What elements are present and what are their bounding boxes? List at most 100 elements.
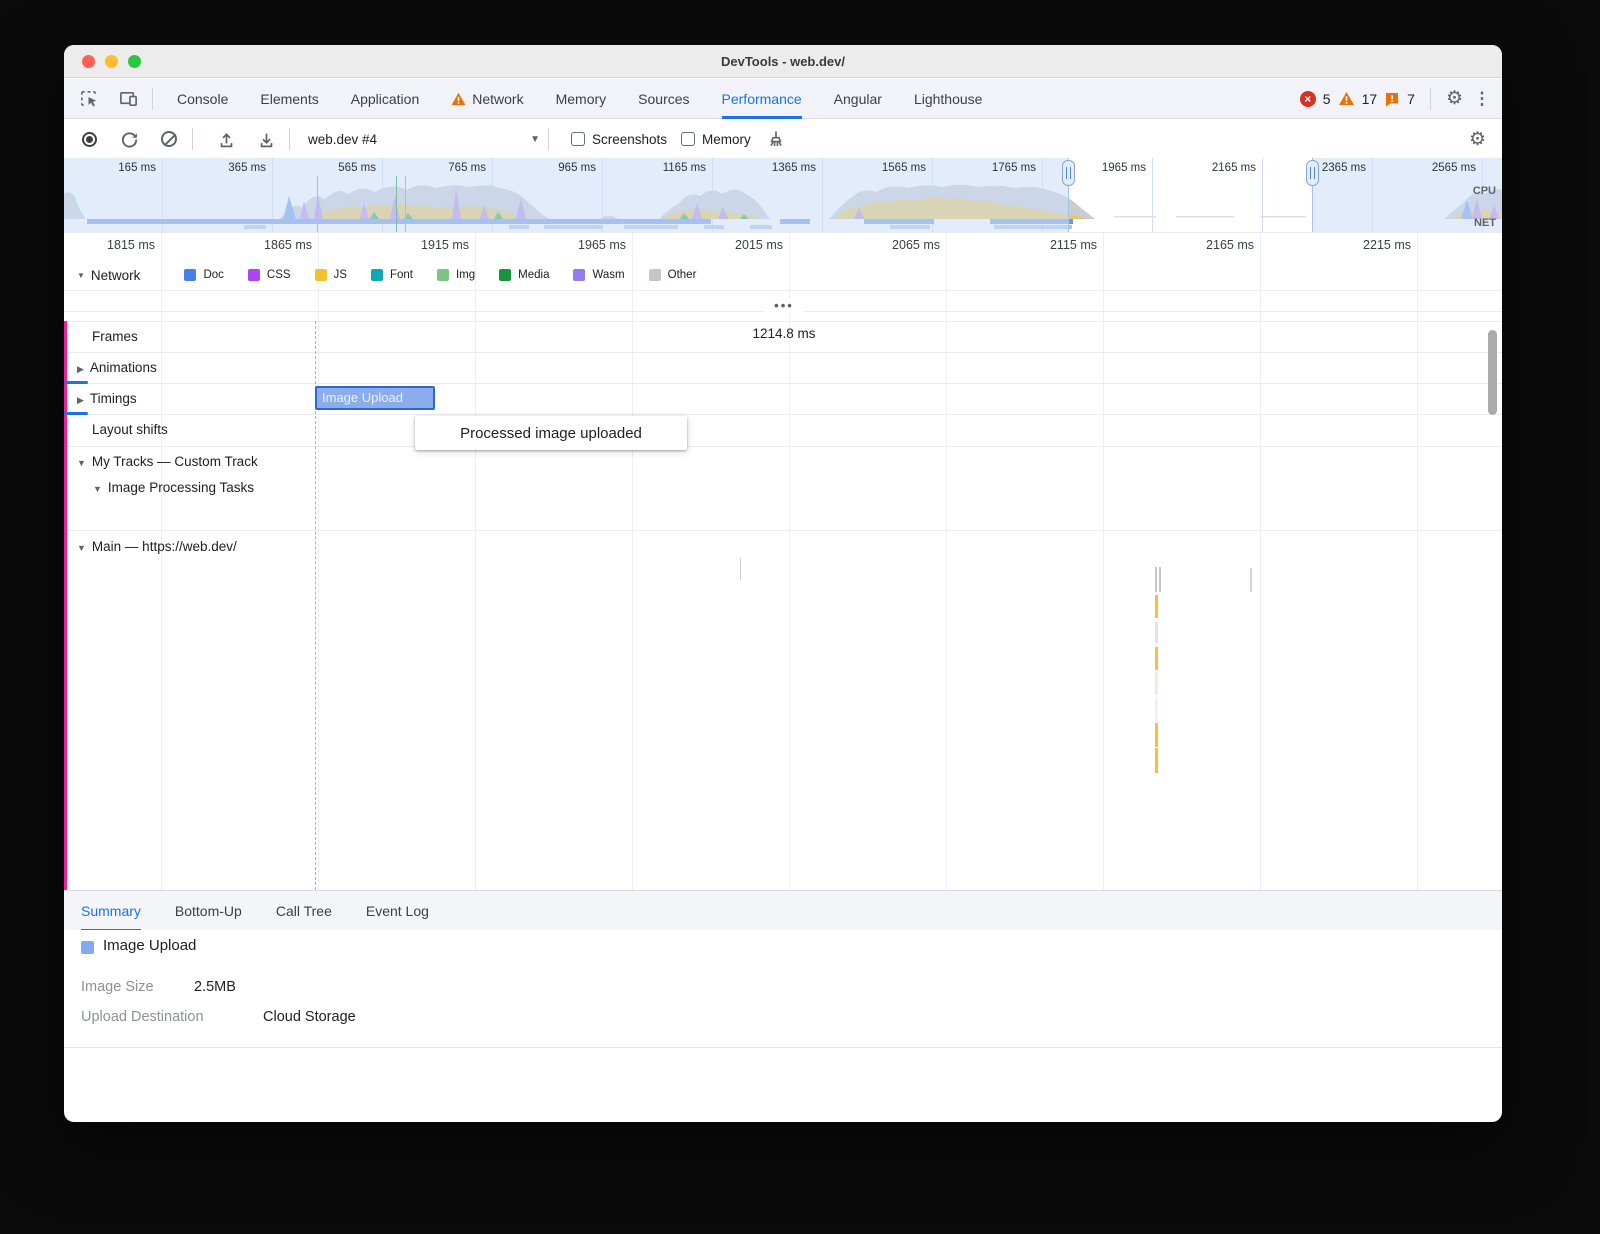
flame-sliver — [740, 558, 741, 580]
ruler-label: 2215 ms — [1307, 238, 1411, 252]
separator — [64, 414, 1502, 415]
track-image-processing-tasks[interactable]: ▼Image Processing Tasks — [93, 475, 254, 501]
collect-garbage-icon[interactable] — [761, 124, 791, 154]
tab-bottom-up[interactable]: Bottom-Up — [175, 891, 242, 931]
collapse-arrow-icon[interactable]: ▼ — [93, 484, 102, 494]
expand-arrow-icon[interactable]: ▶ — [77, 395, 84, 405]
tab-application[interactable]: Application — [351, 79, 420, 119]
selection-right-handle[interactable] — [1306, 160, 1319, 186]
summary-title: Image Upload — [103, 937, 196, 954]
gridline — [946, 233, 947, 890]
flame-sliver — [1155, 647, 1158, 670]
tab-network[interactable]: Network — [451, 79, 523, 119]
flame-sliver — [1250, 568, 1252, 592]
overview-time-label: 165 ms — [64, 162, 156, 174]
overview-time-label: 1965 ms — [1046, 162, 1146, 174]
tab-sources[interactable]: Sources — [638, 79, 689, 119]
error-icon[interactable]: × — [1300, 91, 1316, 107]
timings-selection-tick — [64, 381, 88, 384]
reload-and-record-icon[interactable] — [114, 124, 144, 154]
summary-row-value: Cloud Storage — [263, 1009, 356, 1025]
summary-pane: Image Upload Image Size 2.5MB Upload Des… — [64, 930, 1502, 1048]
timeline-overview[interactable]: 165 ms 365 ms 565 ms 765 ms 965 ms 1165 … — [64, 158, 1502, 233]
overview-time-label: 2565 ms — [1376, 162, 1476, 174]
warning-count: 17 — [1362, 91, 1378, 107]
inspect-element-icon[interactable] — [72, 83, 104, 115]
track-main[interactable]: ▼Main — https://web.dev/ — [77, 531, 237, 562]
flame-sliver — [1155, 748, 1158, 773]
media-color-swatch — [499, 269, 511, 281]
marker-tooltip: Processed image uploaded — [415, 416, 687, 450]
window-title: DevTools - web.dev/ — [721, 54, 845, 69]
summary-row-value: 2.5MB — [194, 979, 236, 995]
legend-item-wasm: Wasm — [573, 269, 624, 281]
tab-elements[interactable]: Elements — [260, 79, 318, 119]
expand-arrow-icon[interactable]: ▶ — [77, 364, 84, 374]
panel-resize-handle[interactable]: ••• — [764, 299, 804, 313]
collapse-arrow-icon[interactable]: ▼ — [77, 543, 86, 553]
capture-settings-gear-icon[interactable]: ⚙ — [1469, 130, 1486, 149]
upload-profile-icon[interactable] — [211, 124, 241, 154]
clear-icon[interactable] — [154, 124, 184, 154]
tab-memory[interactable]: Memory — [556, 79, 607, 119]
separator — [64, 446, 1502, 447]
overview-time-label: 1565 ms — [826, 162, 926, 174]
timings-selection-tick — [64, 412, 88, 415]
screenshots-checkbox-group[interactable]: Screenshots — [571, 132, 667, 147]
img-color-swatch — [437, 269, 449, 281]
maximize-window-button[interactable] — [128, 55, 141, 68]
divider — [548, 128, 549, 150]
flame-sliver — [1155, 723, 1158, 747]
issues-icon[interactable] — [1384, 91, 1400, 107]
vertical-scrollbar[interactable] — [1488, 330, 1497, 415]
collapse-arrow-icon[interactable]: ▼ — [77, 271, 85, 280]
tab-console[interactable]: Console — [177, 79, 228, 119]
more-options-kebab-icon[interactable]: ⋮ — [1470, 89, 1494, 109]
network-track-header[interactable]: ▼ Network Doc CSS JS Font Img Media Wasm… — [64, 261, 1502, 289]
devtools-window: DevTools - web.dev/ Console Elements App… — [64, 45, 1502, 1122]
close-window-button[interactable] — [82, 55, 95, 68]
gridline — [1103, 233, 1104, 890]
separator — [64, 530, 1502, 531]
tab-performance[interactable]: Performance — [722, 79, 802, 119]
tab-lighthouse[interactable]: Lighthouse — [914, 79, 983, 119]
tab-event-log[interactable]: Event Log — [366, 891, 429, 931]
title-bar: DevTools - web.dev/ — [64, 45, 1502, 78]
net-axis-label: NET — [1474, 217, 1496, 229]
issue-count: 7 — [1407, 91, 1415, 107]
legend-item-media: Media — [499, 269, 549, 281]
tab-call-tree[interactable]: Call Tree — [276, 891, 332, 931]
collapse-arrow-icon[interactable]: ▼ — [77, 458, 86, 468]
minimize-window-button[interactable] — [105, 55, 118, 68]
tab-summary[interactable]: Summary — [81, 891, 141, 931]
legend-item-font: Font — [371, 269, 413, 281]
profile-select[interactable]: web.dev #4 ▼ — [308, 132, 540, 147]
download-profile-icon[interactable] — [251, 124, 281, 154]
overview-time-label: 1765 ms — [936, 162, 1036, 174]
warning-icon[interactable] — [1338, 91, 1355, 106]
track-timings[interactable]: ▶Timings — [77, 383, 137, 414]
memory-checkbox[interactable] — [681, 132, 695, 146]
settings-gear-icon[interactable]: ⚙ — [1446, 89, 1463, 108]
track-layout-shifts-label[interactable]: Layout shifts — [92, 414, 168, 445]
track-frames-label[interactable]: Frames — [92, 321, 138, 352]
error-count: 5 — [1323, 91, 1331, 107]
ruler-label: 2115 ms — [993, 238, 1097, 252]
overview-time-label: 965 ms — [496, 162, 596, 174]
flame-sliver — [1155, 567, 1157, 592]
track-my-tracks[interactable]: ▼My Tracks — Custom Track — [77, 446, 258, 477]
overview-time-label: 565 ms — [276, 162, 376, 174]
tab-angular[interactable]: Angular — [834, 79, 882, 119]
ruler-label: 1965 ms — [522, 238, 626, 252]
memory-checkbox-group[interactable]: Memory — [681, 132, 751, 147]
screenshots-checkbox[interactable] — [571, 132, 585, 146]
flame-sliver — [1155, 672, 1158, 695]
selection-left-handle[interactable] — [1062, 160, 1075, 186]
flame-sliver — [1155, 622, 1158, 643]
legend-item-js: JS — [315, 269, 347, 281]
record-icon[interactable] — [74, 124, 104, 154]
track-animations[interactable]: ▶Animations — [77, 352, 157, 383]
profile-select-value: web.dev #4 — [308, 132, 377, 147]
device-toolbar-icon[interactable] — [112, 83, 144, 115]
timing-marker-image-upload[interactable]: Image Upload — [315, 386, 435, 410]
